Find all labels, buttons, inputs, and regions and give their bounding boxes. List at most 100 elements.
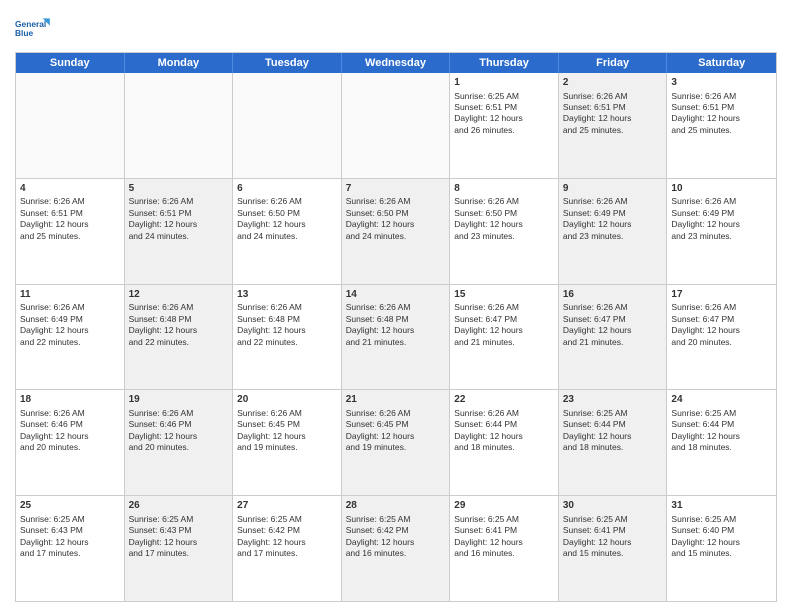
day-info-line: Daylight: 12 hours [20, 537, 120, 548]
day-info-line: Daylight: 12 hours [129, 537, 229, 548]
day-cell-23: 23Sunrise: 6:25 AMSunset: 6:44 PMDayligh… [559, 390, 668, 495]
day-info-line: and 23 minutes. [563, 231, 663, 242]
day-info-line: and 21 minutes. [563, 337, 663, 348]
day-info-line: and 24 minutes. [346, 231, 446, 242]
day-info-line: Sunrise: 6:26 AM [454, 196, 554, 207]
day-cell-2: 2Sunrise: 6:26 AMSunset: 6:51 PMDaylight… [559, 73, 668, 178]
header-day-tuesday: Tuesday [233, 53, 342, 73]
day-info-line: Daylight: 12 hours [454, 431, 554, 442]
day-info-line: Daylight: 12 hours [346, 537, 446, 548]
empty-cell [16, 73, 125, 178]
day-info-line: and 21 minutes. [346, 337, 446, 348]
day-cell-11: 11Sunrise: 6:26 AMSunset: 6:49 PMDayligh… [16, 285, 125, 390]
day-info-line: Sunset: 6:51 PM [671, 102, 772, 113]
day-info-line: and 20 minutes. [129, 442, 229, 453]
day-info-line: Sunrise: 6:26 AM [237, 302, 337, 313]
day-number: 7 [346, 182, 446, 196]
day-info-line: Daylight: 12 hours [237, 219, 337, 230]
day-info-line: Daylight: 12 hours [20, 325, 120, 336]
empty-cell [342, 73, 451, 178]
day-info-line: and 24 minutes. [129, 231, 229, 242]
day-info-line: and 24 minutes. [237, 231, 337, 242]
header-day-wednesday: Wednesday [342, 53, 451, 73]
day-info-line: Sunrise: 6:25 AM [237, 514, 337, 525]
day-cell-22: 22Sunrise: 6:26 AMSunset: 6:44 PMDayligh… [450, 390, 559, 495]
empty-cell [233, 73, 342, 178]
day-number: 14 [346, 288, 446, 302]
day-number: 3 [671, 76, 772, 90]
day-cell-15: 15Sunrise: 6:26 AMSunset: 6:47 PMDayligh… [450, 285, 559, 390]
day-info-line: Sunrise: 6:26 AM [671, 302, 772, 313]
day-number: 17 [671, 288, 772, 302]
day-info-line: Daylight: 12 hours [129, 219, 229, 230]
day-info-line: Sunset: 6:50 PM [454, 208, 554, 219]
day-info-line: Daylight: 12 hours [563, 219, 663, 230]
day-number: 9 [563, 182, 663, 196]
day-cell-14: 14Sunrise: 6:26 AMSunset: 6:48 PMDayligh… [342, 285, 451, 390]
day-cell-20: 20Sunrise: 6:26 AMSunset: 6:45 PMDayligh… [233, 390, 342, 495]
day-info-line: Sunrise: 6:26 AM [20, 408, 120, 419]
header-day-sunday: Sunday [16, 53, 125, 73]
day-number: 25 [20, 499, 120, 513]
day-cell-1: 1Sunrise: 6:25 AMSunset: 6:51 PMDaylight… [450, 73, 559, 178]
day-number: 15 [454, 288, 554, 302]
day-info-line: and 20 minutes. [671, 337, 772, 348]
day-cell-9: 9Sunrise: 6:26 AMSunset: 6:49 PMDaylight… [559, 179, 668, 284]
day-cell-26: 26Sunrise: 6:25 AMSunset: 6:43 PMDayligh… [125, 496, 234, 601]
day-info-line: Daylight: 12 hours [671, 325, 772, 336]
day-info-line: and 16 minutes. [346, 548, 446, 559]
day-info-line: and 25 minutes. [20, 231, 120, 242]
day-info-line: Sunset: 6:50 PM [237, 208, 337, 219]
day-info-line: and 22 minutes. [237, 337, 337, 348]
day-info-line: and 23 minutes. [671, 231, 772, 242]
day-number: 6 [237, 182, 337, 196]
header: General Blue [15, 10, 777, 46]
day-number: 27 [237, 499, 337, 513]
day-info-line: Sunrise: 6:26 AM [129, 196, 229, 207]
day-info-line: Sunset: 6:42 PM [346, 525, 446, 536]
page: General Blue SundayMondayTuesdayWednesda… [0, 0, 792, 612]
day-info-line: Daylight: 12 hours [671, 537, 772, 548]
day-info-line: Daylight: 12 hours [563, 325, 663, 336]
calendar-row-1: 4Sunrise: 6:26 AMSunset: 6:51 PMDaylight… [16, 179, 776, 285]
day-info-line: Sunrise: 6:26 AM [454, 408, 554, 419]
day-info-line: Daylight: 12 hours [454, 537, 554, 548]
day-cell-3: 3Sunrise: 6:26 AMSunset: 6:51 PMDaylight… [667, 73, 776, 178]
header-day-thursday: Thursday [450, 53, 559, 73]
day-number: 23 [563, 393, 663, 407]
day-info-line: Sunset: 6:49 PM [671, 208, 772, 219]
day-info-line: Sunrise: 6:26 AM [346, 408, 446, 419]
day-info-line: Sunset: 6:51 PM [454, 102, 554, 113]
svg-text:Blue: Blue [15, 28, 34, 38]
logo-svg: General Blue [15, 10, 51, 46]
day-info-line: Sunset: 6:44 PM [563, 419, 663, 430]
day-info-line: Sunset: 6:47 PM [563, 314, 663, 325]
day-info-line: and 15 minutes. [671, 548, 772, 559]
day-info-line: Sunset: 6:47 PM [454, 314, 554, 325]
day-info-line: Sunset: 6:45 PM [346, 419, 446, 430]
day-info-line: and 18 minutes. [563, 442, 663, 453]
day-info-line: Sunset: 6:48 PM [346, 314, 446, 325]
day-number: 11 [20, 288, 120, 302]
day-cell-18: 18Sunrise: 6:26 AMSunset: 6:46 PMDayligh… [16, 390, 125, 495]
day-info-line: Sunset: 6:41 PM [563, 525, 663, 536]
day-info-line: Daylight: 12 hours [563, 537, 663, 548]
day-info-line: Daylight: 12 hours [346, 325, 446, 336]
day-info-line: and 21 minutes. [454, 337, 554, 348]
day-info-line: Sunrise: 6:26 AM [454, 302, 554, 313]
day-number: 21 [346, 393, 446, 407]
day-number: 1 [454, 76, 554, 90]
day-info-line: and 20 minutes. [20, 442, 120, 453]
day-info-line: Sunset: 6:48 PM [237, 314, 337, 325]
day-info-line: Daylight: 12 hours [20, 431, 120, 442]
day-info-line: and 19 minutes. [237, 442, 337, 453]
day-info-line: and 23 minutes. [454, 231, 554, 242]
day-info-line: Sunrise: 6:26 AM [129, 302, 229, 313]
calendar: SundayMondayTuesdayWednesdayThursdayFrid… [15, 52, 777, 602]
calendar-row-4: 25Sunrise: 6:25 AMSunset: 6:43 PMDayligh… [16, 496, 776, 601]
day-info-line: Sunrise: 6:26 AM [20, 302, 120, 313]
day-info-line: Sunrise: 6:26 AM [671, 196, 772, 207]
day-cell-4: 4Sunrise: 6:26 AMSunset: 6:51 PMDaylight… [16, 179, 125, 284]
day-cell-5: 5Sunrise: 6:26 AMSunset: 6:51 PMDaylight… [125, 179, 234, 284]
day-info-line: Sunrise: 6:26 AM [237, 408, 337, 419]
